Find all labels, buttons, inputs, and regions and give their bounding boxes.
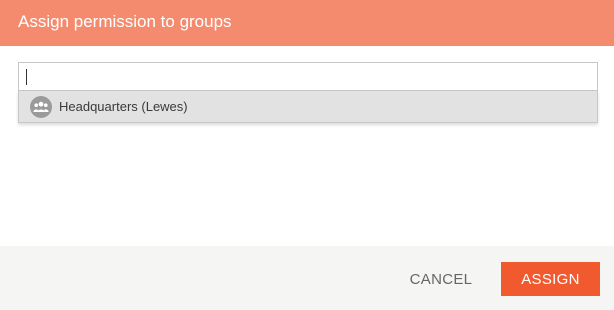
group-icon [30, 95, 52, 118]
assign-button[interactable]: ASSIGN [501, 262, 600, 296]
group-search-input[interactable] [19, 63, 597, 90]
search-result-item[interactable]: Headquarters (Lewes) [19, 91, 597, 122]
search-result-label: Headquarters (Lewes) [59, 99, 188, 114]
dialog-title: Assign permission to groups [18, 12, 232, 31]
dialog-footer: CANCEL ASSIGN [0, 246, 614, 310]
assign-permission-dialog: Assign permission to groups Headquarters… [0, 0, 614, 310]
text-caret [26, 69, 27, 85]
dialog-header: Assign permission to groups [0, 0, 614, 46]
search-results-dropdown: Headquarters (Lewes) [18, 91, 598, 123]
cancel-button[interactable]: CANCEL [400, 262, 482, 296]
group-search-box[interactable] [18, 62, 598, 91]
